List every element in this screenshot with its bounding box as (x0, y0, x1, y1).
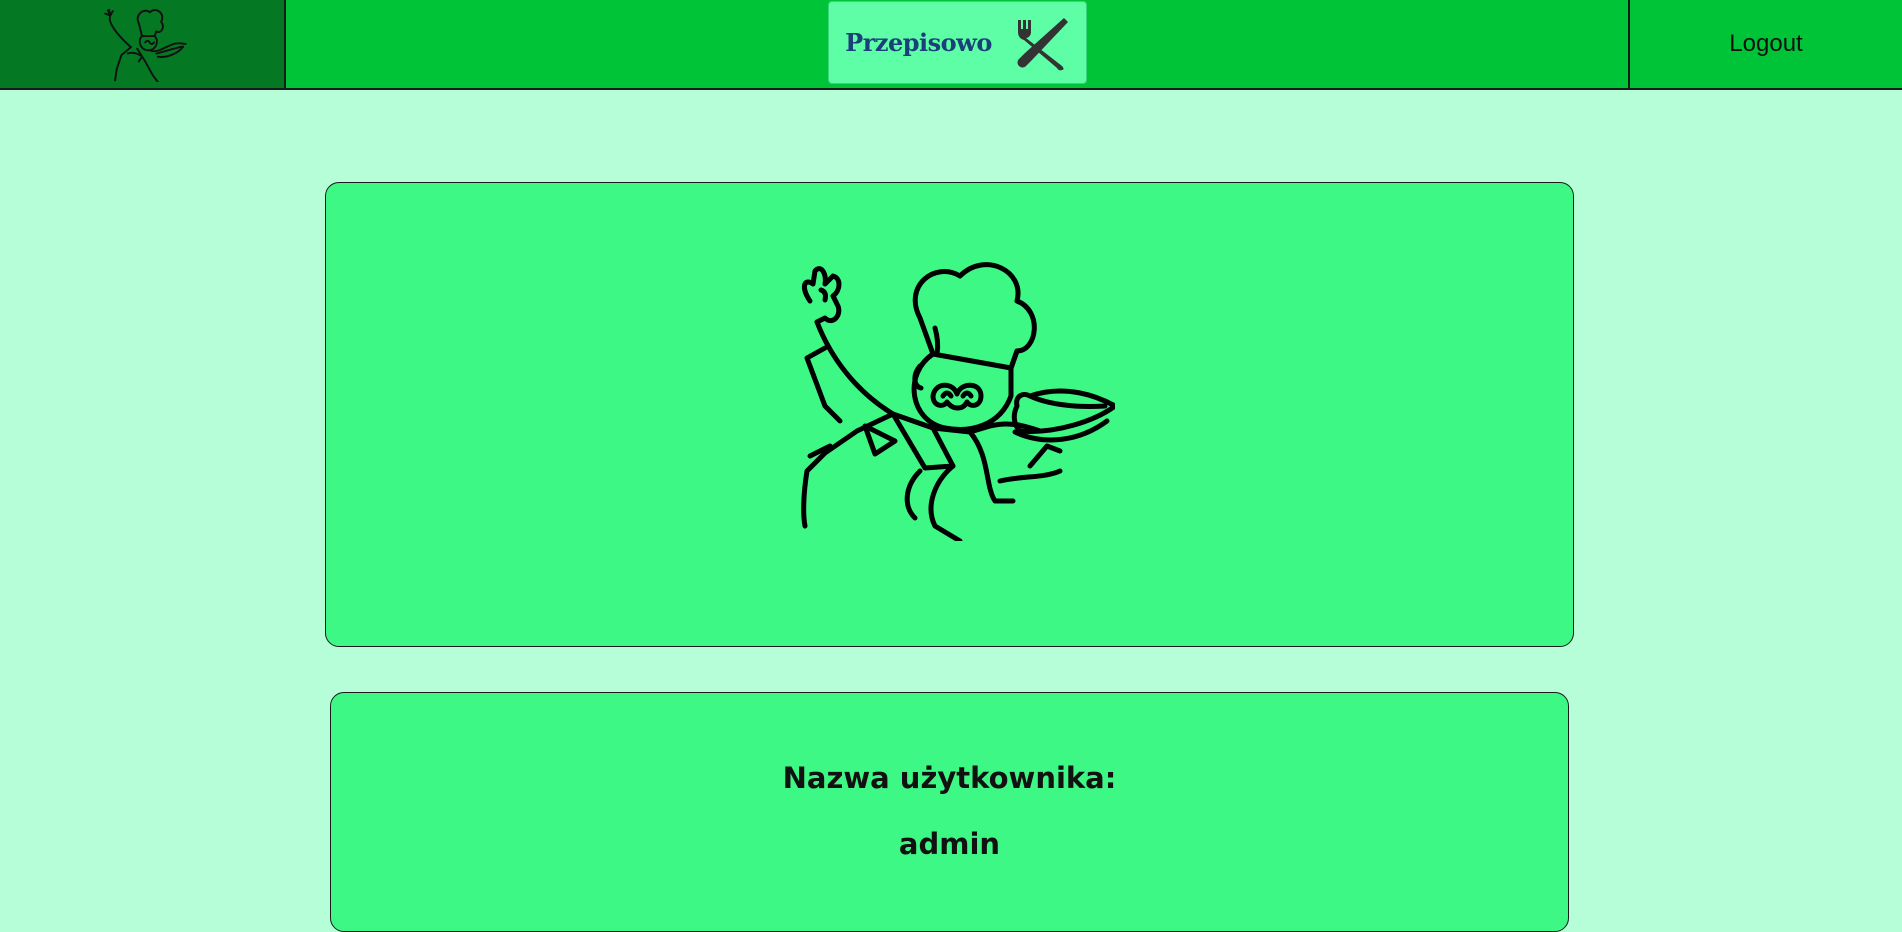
logout-button[interactable]: Logout (1628, 0, 1902, 88)
profile-avatar-card (325, 182, 1574, 647)
brand-logo[interactable]: Przepisowo (828, 1, 1087, 84)
username-value: admin (898, 827, 1001, 861)
top-navigation-bar: Przepisowo Logout (0, 0, 1902, 90)
user-info-card: Nazwa użytkownika: admin (330, 692, 1569, 932)
chef-logo-icon (104, 8, 187, 82)
fork-knife-icon (1017, 17, 1068, 70)
home-logo-link[interactable] (0, 0, 286, 88)
brand-name: Przepisowo (845, 28, 992, 57)
username-label: Nazwa użytkownika: (782, 761, 1117, 795)
chef-icon (800, 262, 1115, 541)
